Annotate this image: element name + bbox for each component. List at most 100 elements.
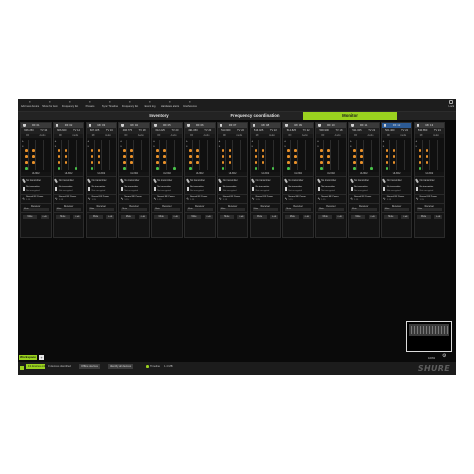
- strip-header[interactable]: RF 02: [53, 123, 84, 128]
- strip-header[interactable]: RF 10: [316, 123, 346, 128]
- strip-receiver[interactable]: Receiver Mute: [152, 203, 182, 212]
- channel-strip[interactable]: RF 02 606.600 TV 14 RF Audio A B ULXD2 No transm…: [52, 122, 85, 238]
- gain-value[interactable]: 0 dB: [237, 215, 246, 219]
- strip-receiver[interactable]: Receiver Mute: [349, 203, 379, 212]
- strip-header[interactable]: RF 05: [152, 123, 182, 128]
- channel-strip[interactable]: RF 01 606.250 TV 34 RF Audio A B ULXD2 No transm…: [20, 122, 52, 238]
- identify-all-button[interactable]: Identify all devices: [108, 364, 134, 369]
- gear-icon[interactable]: ⚙: [442, 354, 447, 359]
- strip-receiver[interactable]: Receiver Mute: [316, 203, 346, 212]
- strip-header[interactable]: RF 11: [349, 123, 379, 128]
- mute-button[interactable]: Mute: [187, 215, 201, 219]
- strip-receiver[interactable]: Receiver Mute: [250, 203, 281, 212]
- toolbar-button[interactable]: ▪ Presets: [80, 99, 100, 112]
- gain-value[interactable]: 0 dB: [335, 215, 344, 219]
- strip-header[interactable]: RF 13: [414, 123, 445, 128]
- mute-button[interactable]: Mute: [416, 215, 431, 219]
- channel-strip[interactable]: RF 07 513.900 TV 22 RF Audio A B ULXD2 No transm…: [216, 122, 249, 238]
- toolbar-button[interactable]: ▪ Sync Timeline: [100, 99, 120, 112]
- strip-transmitter[interactable]: No transmitter: [21, 176, 51, 185]
- strip-header[interactable]: RF 01: [21, 123, 51, 128]
- tab-monitor[interactable]: Monitor: [303, 112, 397, 120]
- mute-button[interactable]: Mute: [121, 215, 136, 219]
- strip-transmitter[interactable]: No transmitter: [185, 176, 215, 185]
- toolbar-button[interactable]: ▪ Add new device: [20, 99, 40, 112]
- toolbar-button[interactable]: ▪ Frequency list: [120, 99, 140, 112]
- channel-strip[interactable]: RF 04 496.775 TV 18 RF Audio A B ULXD2 No transm…: [118, 122, 150, 238]
- gain-value[interactable]: 0 dB: [40, 215, 49, 219]
- minimap-viewport[interactable]: [409, 324, 449, 336]
- gain-value[interactable]: 0 dB: [138, 215, 147, 219]
- gain-value[interactable]: 0 dB: [270, 215, 279, 219]
- strip-transmitter[interactable]: No transmitter: [217, 176, 248, 185]
- gain-value[interactable]: 0 dB: [204, 215, 213, 219]
- strip-transmitter[interactable]: No transmitter: [316, 176, 346, 185]
- gain-value[interactable]: 0 dB: [401, 215, 410, 219]
- strip-receiver[interactable]: Receiver Mute: [381, 203, 412, 212]
- mute-button[interactable]: Mute: [351, 215, 365, 219]
- add-tab-button[interactable]: +: [39, 355, 44, 360]
- strip-header[interactable]: RF 03: [86, 123, 117, 128]
- strip-transmitter[interactable]: No transmitter: [349, 176, 379, 185]
- mute-button[interactable]: Mute: [154, 215, 169, 219]
- gain-value[interactable]: 0 dB: [73, 215, 82, 219]
- strip-header[interactable]: RF 09: [283, 123, 313, 128]
- channel-strip[interactable]: RF 06 491.050 TV 20 RF Audio A B ULXD2 No transm…: [184, 122, 216, 238]
- strip-transmitter[interactable]: No transmitter: [250, 176, 281, 185]
- strip-header[interactable]: RF 04: [119, 123, 149, 128]
- mute-button[interactable]: Mute: [23, 215, 37, 219]
- tab-inventory[interactable]: Inventory: [111, 112, 207, 120]
- strip-header[interactable]: RF 12: [381, 123, 412, 128]
- strip-transmitter[interactable]: No transmitter: [86, 176, 117, 185]
- offline-devices-button[interactable]: Offline devices: [79, 364, 100, 369]
- gain-value[interactable]: 0 dB: [434, 215, 443, 219]
- strip-receiver[interactable]: Receiver Mute: [217, 203, 248, 212]
- strip-transmitter[interactable]: No transmitter: [53, 176, 84, 185]
- toolbar-button[interactable]: ▪ Frequency list: [60, 99, 80, 112]
- strip-receiver[interactable]: Receiver Mute: [283, 203, 313, 212]
- strip-header[interactable]: RF 06: [185, 123, 215, 128]
- toolbar-button[interactable]: ▪ Show for item: [40, 99, 60, 112]
- mute-button[interactable]: Mute: [252, 215, 267, 219]
- strip-receiver[interactable]: Receiver Mute: [21, 203, 51, 212]
- strip-transmitter[interactable]: No transmitter: [414, 176, 445, 185]
- channel-strip[interactable]: RF 13 530.850 TV 24 RF Audio A B ULXD2 No transm…: [413, 122, 446, 238]
- gain-value[interactable]: 0 dB: [106, 215, 115, 219]
- strip-receiver[interactable]: Receiver Mute: [414, 203, 445, 212]
- mute-button[interactable]: Mute: [318, 215, 333, 219]
- tab-workspace[interactable]: Workspace: [19, 355, 37, 360]
- strip-transmitter[interactable]: No transmitter: [119, 176, 149, 185]
- strip-receiver[interactable]: Receiver Mute: [86, 203, 117, 212]
- workspace-minimap[interactable]: [406, 321, 452, 352]
- gain-value[interactable]: 0 dB: [368, 215, 377, 219]
- channel-strip[interactable]: RF 05 612.225 TV 20 RF Audio A B ULXD2 No transm…: [151, 122, 183, 238]
- tab-frequency-coordination[interactable]: Frequency coordination: [207, 112, 303, 120]
- toolbar-button[interactable]: ▪ Event log: [140, 99, 160, 112]
- toolbar-button[interactable]: ▪ Interference: [180, 99, 200, 112]
- lock-button[interactable]: Lock: [449, 100, 454, 108]
- channel-strip[interactable]: RF 10 500.900 TV 18 RF Audio A B ULXD2 No transm…: [315, 122, 347, 238]
- strip-receiver[interactable]: Receiver Mute: [53, 203, 84, 212]
- strip-transmitter[interactable]: No transmitter: [381, 176, 412, 185]
- strip-transmitter[interactable]: No transmitter: [283, 176, 313, 185]
- devices-online-badge[interactable]: 13 devices online: [26, 364, 49, 369]
- mute-button[interactable]: Mute: [285, 215, 300, 219]
- strip-header[interactable]: RF 07: [217, 123, 248, 128]
- gain-value[interactable]: 0 dB: [171, 215, 180, 219]
- mute-button[interactable]: Mute: [55, 215, 70, 219]
- gain-value[interactable]: 0 dB: [302, 215, 311, 219]
- channel-strip[interactable]: RF 09 514.825 TV 22 RF Audio A B ULXD2 No transm…: [282, 122, 314, 238]
- channel-strip[interactable]: RF 03 607.325 TV 16 RF Audio A B ULXD2 No transm…: [85, 122, 118, 238]
- strip-receiver[interactable]: Receiver Mute: [185, 203, 215, 212]
- strip-header[interactable]: RF 08: [250, 123, 281, 128]
- mute-button[interactable]: Mute: [88, 215, 103, 219]
- strip-transmitter[interactable]: No transmitter: [152, 176, 182, 185]
- channel-strip[interactable]: RF 08 516.025 TV 22 RF Audio A B ULXD2 No transm…: [249, 122, 282, 238]
- strip-receiver[interactable]: Receiver Mute: [119, 203, 149, 212]
- mute-button[interactable]: Mute: [219, 215, 234, 219]
- mute-button[interactable]: Mute: [383, 215, 398, 219]
- channel-strip[interactable]: RF 12 521.400 TV 24 RF Audio A B ULXD2 No transm…: [380, 122, 413, 238]
- channel-strip[interactable]: RF 11 511.025 TV 22 RF Audio A B ULXD2 No transm…: [348, 122, 380, 238]
- toolbar-button[interactable]: ▪ Hardware alerts: [160, 99, 180, 112]
- lock-label: Lock: [448, 105, 454, 108]
